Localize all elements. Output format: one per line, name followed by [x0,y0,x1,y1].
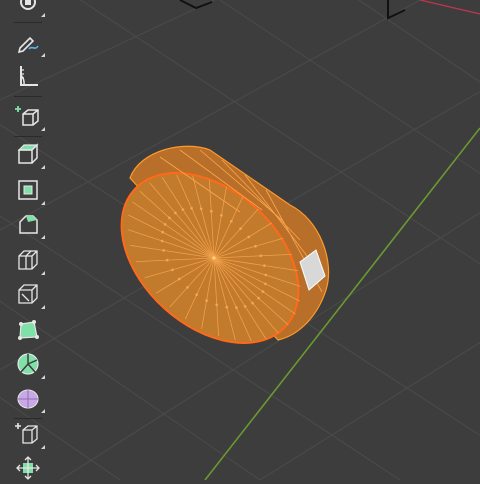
knife-tool-button[interactable] [10,278,46,310]
poly-build-icon [18,320,39,340]
face-dot [190,206,194,210]
face-dot [239,227,242,231]
face-dot [225,305,229,309]
inset-faces-tool-button[interactable] [10,174,46,206]
selected-cylinder-mesh[interactable] [89,139,332,377]
face-dot [247,235,251,239]
spin-tool-button[interactable] [10,348,46,380]
face-dot [257,296,261,300]
viewport-scene[interactable] [0,0,480,480]
face-dot [162,248,166,252]
loop-cut-tool-button[interactable] [10,244,46,276]
face-dot [234,306,238,310]
camera-object[interactable] [179,0,406,20]
inset-faces-icon [18,180,38,200]
face-dot [195,293,199,297]
face-dot [173,211,177,215]
cap-center-vertex [212,256,216,260]
add-cube-icon [15,106,39,126]
loop-cut-icon [18,250,38,270]
x-axis-line [419,0,480,15]
smooth-tool-button[interactable] [10,382,46,414]
knife-icon [18,284,38,304]
face-dot [215,303,219,307]
face-dot [243,304,247,308]
face-dot [171,268,174,272]
measure-ruler-icon [20,66,38,86]
face-dot [259,254,263,258]
face-dot [167,216,171,220]
face-dot [262,264,266,268]
face-dot [163,222,167,226]
bevel-tool-button[interactable] [10,208,46,240]
spin-icon [17,353,39,375]
face-dot [209,209,213,213]
smooth-vertices-icon [17,389,39,409]
bevel-icon [19,215,38,234]
face-dot [261,290,265,294]
face-dot [165,258,169,262]
face-dot [263,282,267,286]
extrude-region-icon [17,143,39,164]
annotate-tool-button[interactable] [10,26,46,58]
edge-slide-tool-button[interactable] [10,418,46,450]
face-dot [205,299,209,303]
poly-build-tool-button[interactable] [10,314,46,346]
extrude-region-tool-button[interactable] [10,138,46,170]
face-dot [229,219,233,223]
face-dot [186,285,189,289]
transform-icon [20,0,36,10]
shrink-fatten-tool-button[interactable] [10,452,46,484]
face-dot [181,208,185,212]
add-cube-tool-button[interactable] [10,100,46,132]
face-dot [160,239,164,243]
face-dot [254,244,257,248]
face-dot [251,301,255,305]
3d-viewport[interactable] [0,0,480,480]
face-dot [161,230,165,234]
transform-tool-button[interactable] [10,0,46,18]
annotate-pencil-icon [17,36,39,54]
edge-slide-icon [15,423,38,444]
shrink-fatten-icon [16,456,40,480]
face-dot [219,213,223,217]
face-dot [199,207,203,211]
tool-shelf [6,0,50,480]
face-dot [264,273,268,277]
face-dot [177,277,181,281]
measure-tool-button[interactable] [10,60,46,92]
